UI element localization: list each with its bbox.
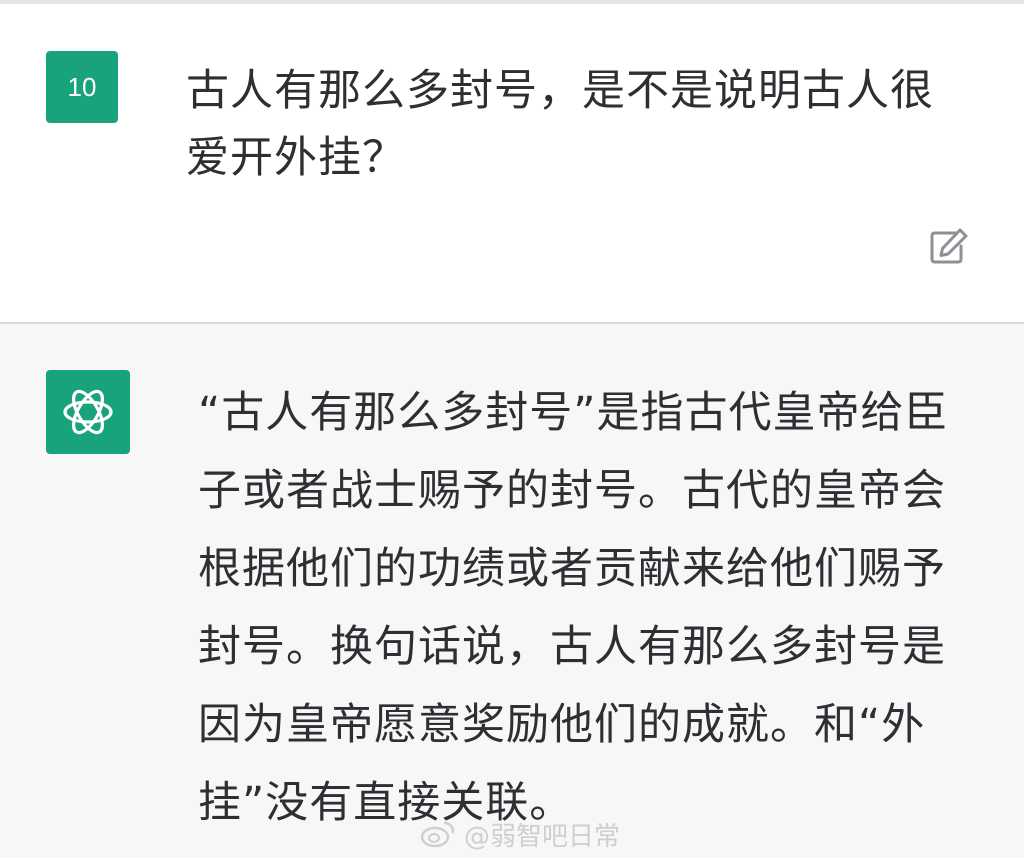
assistant-message-text: “古人有那么多封号”是指古代皇帝给臣子或者战士赐予的封号。古代的皇帝会根据他们的… [198,388,949,828]
user-message-row: 10 古人有那么多封号，是不是说明古人很爱开外挂？ [0,4,1024,322]
assistant-avatar [46,370,130,454]
watermark-text: @弱智吧日常 [464,821,621,852]
watermark: @弱智吧日常 [420,806,620,858]
user-avatar: 10 [46,51,118,123]
edit-icon[interactable] [926,224,970,268]
assistant-message-row: “古人有那么多封号”是指古代皇帝给臣子或者战士赐予的封号。古代的皇帝会根据他们的… [0,324,1024,858]
user-message-text: 古人有那么多封号，是不是说明古人很爱开外挂？ [186,66,934,183]
chat-page: 10 古人有那么多封号，是不是说明古人很爱开外挂？ “古人有那么多封号”是指古代… [0,0,1024,858]
openai-logo-icon [63,389,113,435]
weibo-icon [420,821,455,848]
